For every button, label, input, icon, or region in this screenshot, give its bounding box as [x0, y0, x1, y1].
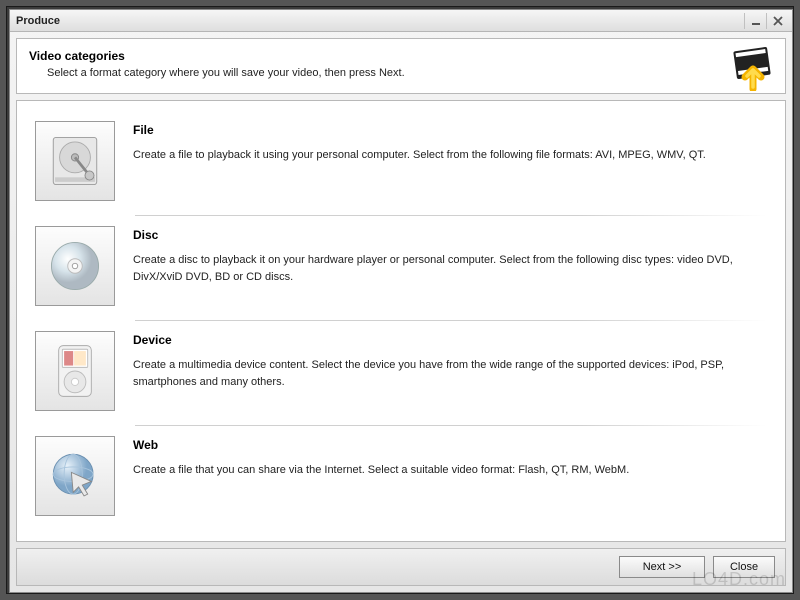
- ipod-icon: [46, 342, 104, 400]
- category-file: File Create a file to playback it using …: [35, 115, 767, 211]
- web-button[interactable]: [35, 436, 115, 516]
- header-panel: Video categories Select a format categor…: [16, 38, 786, 94]
- web-description: Create a file that you can share via the…: [133, 462, 767, 479]
- next-button[interactable]: Next >>: [619, 556, 705, 578]
- page-subtitle: Select a format category where you will …: [29, 67, 773, 79]
- file-description: Create a file to playback it using your …: [133, 147, 767, 164]
- footer-bar: Next >> Close: [16, 548, 786, 586]
- dialog-body: Video categories Select a format categor…: [10, 32, 792, 592]
- device-title: Device: [133, 333, 767, 347]
- minimize-button[interactable]: [744, 13, 766, 29]
- separator: [135, 320, 767, 321]
- categories-panel: File Create a file to playback it using …: [16, 100, 786, 542]
- produce-icon: [731, 47, 775, 91]
- page-title: Video categories: [29, 49, 773, 63]
- titlebar: Produce: [10, 10, 792, 32]
- globe-cursor-icon: [46, 447, 104, 505]
- close-icon: [773, 16, 783, 26]
- disc-text: Disc Create a disc to playback it on you…: [133, 226, 767, 306]
- hard-drive-icon: [46, 132, 104, 190]
- web-text: Web Create a file that you can share via…: [133, 436, 767, 516]
- device-text: Device Create a multimedia device conten…: [133, 331, 767, 411]
- window-title: Produce: [16, 15, 744, 27]
- disc-title: Disc: [133, 228, 767, 242]
- minimize-icon: [751, 16, 761, 26]
- file-title: File: [133, 123, 767, 137]
- close-window-button[interactable]: [766, 13, 788, 29]
- produce-dialog: Produce Video categories Select a format…: [9, 9, 793, 593]
- outer-frame: Produce Video categories Select a format…: [6, 6, 794, 594]
- device-description: Create a multimedia device content. Sele…: [133, 357, 767, 390]
- disc-button[interactable]: [35, 226, 115, 306]
- web-title: Web: [133, 438, 767, 452]
- file-button[interactable]: [35, 121, 115, 201]
- window-controls: [744, 13, 788, 29]
- category-disc: Disc Create a disc to playback it on you…: [35, 220, 767, 316]
- category-web: Web Create a file that you can share via…: [35, 430, 767, 526]
- file-text: File Create a file to playback it using …: [133, 121, 767, 201]
- device-button[interactable]: [35, 331, 115, 411]
- disc-description: Create a disc to playback it on your har…: [133, 252, 767, 285]
- separator: [135, 425, 767, 426]
- separator: [135, 215, 767, 216]
- close-button[interactable]: Close: [713, 556, 775, 578]
- category-device: Device Create a multimedia device conten…: [35, 325, 767, 421]
- disc-icon: [46, 237, 104, 295]
